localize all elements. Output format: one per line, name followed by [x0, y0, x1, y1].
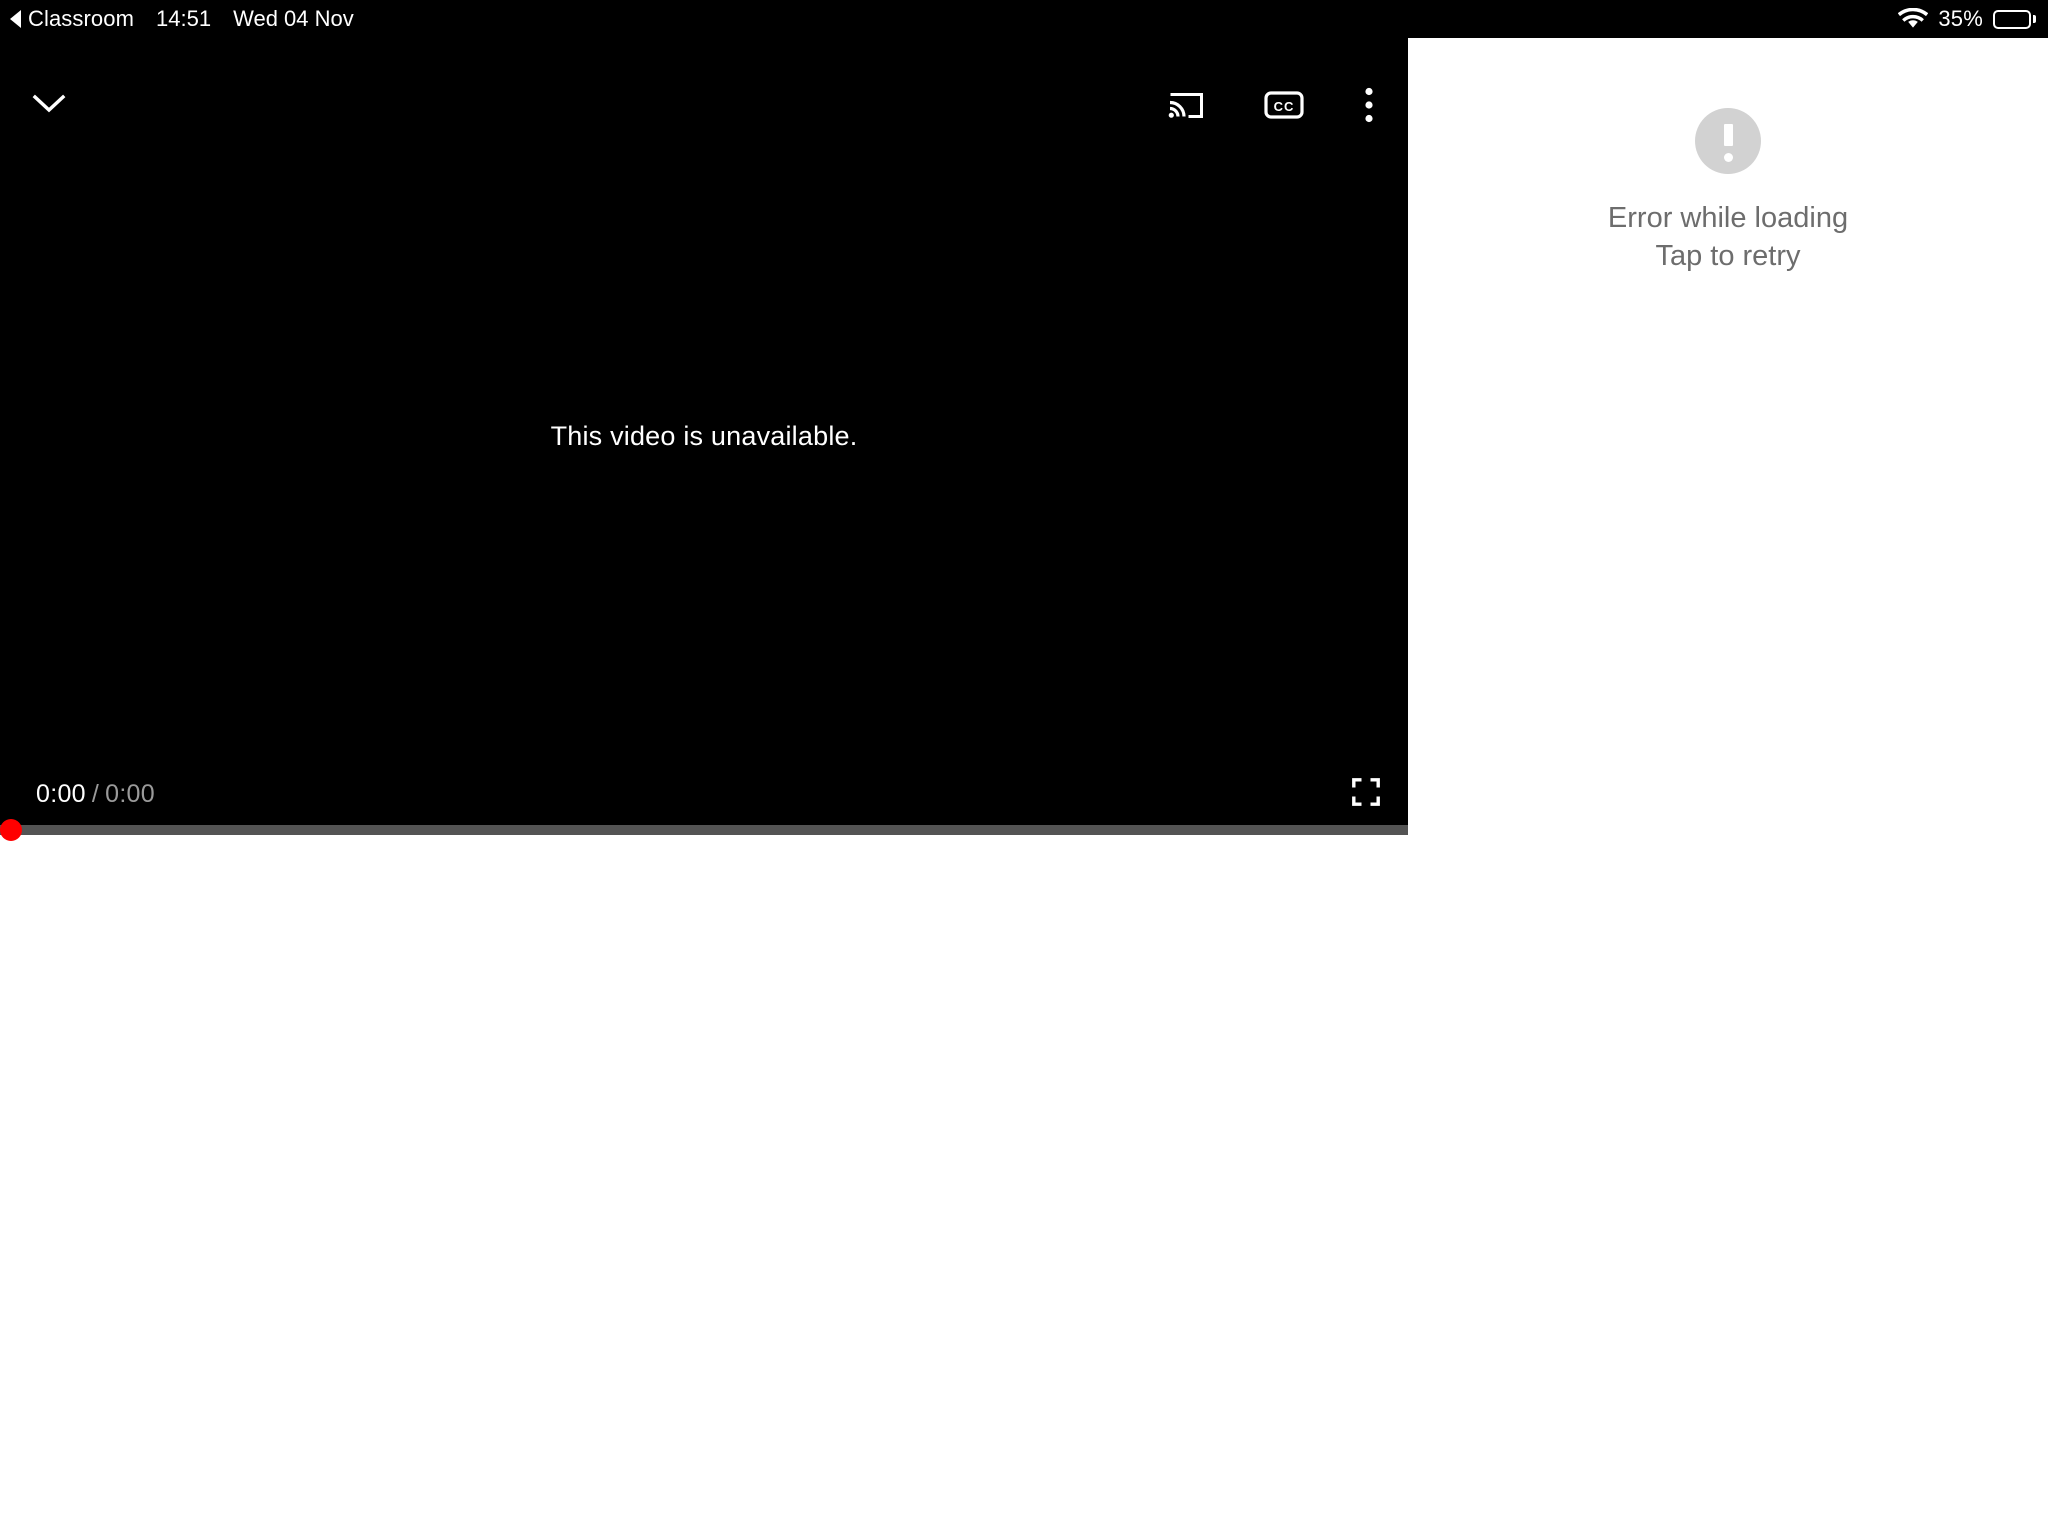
battery-percentage-label: 35% [1938, 6, 1983, 31]
video-progress-scrubber[interactable] [0, 819, 22, 841]
playback-time-display: 0:00/0:00 [36, 780, 155, 809]
video-progress-bar[interactable] [0, 819, 1408, 841]
player-bottom-controls: 0:00/0:00 [0, 769, 1408, 819]
status-date: Wed 04 Nov [233, 6, 354, 31]
ios-status-bar: Classroom 14:51 Wed 04 Nov 35% [0, 0, 2048, 38]
error-message-primary: Error while loading [1607, 202, 1849, 234]
fullscreen-button[interactable] [1352, 777, 1380, 811]
battery-icon [1993, 9, 2036, 29]
video-unavailable-message: This video is unavailable. [550, 421, 858, 451]
status-clock: 14:51 [156, 6, 212, 31]
current-time-label: 0:00 [36, 779, 86, 808]
back-triangle-icon[interactable] [10, 10, 21, 28]
status-bar-right: 35% [1898, 6, 2036, 32]
error-retry-panel[interactable]: Error while loading Tap to retry [1408, 38, 2048, 1536]
fullscreen-icon [1352, 777, 1380, 811]
video-player[interactable]: CC This video is unavailable. 0:00 / 0:0… [0, 38, 1408, 841]
error-exclamation-icon [1695, 108, 1761, 174]
screen-root: Classroom 14:51 Wed 04 Nov 35% CC This v… [0, 0, 2048, 1536]
status-app-name[interactable]: Classroom [28, 6, 134, 32]
time-separator: / [91, 779, 100, 808]
wifi-icon [1898, 8, 1929, 30]
total-time-label: 0:00 [105, 779, 155, 808]
status-bar-left: Classroom 14:51 Wed 04 Nov [8, 6, 354, 32]
error-message-secondary: Tap to retry [1655, 239, 1801, 272]
